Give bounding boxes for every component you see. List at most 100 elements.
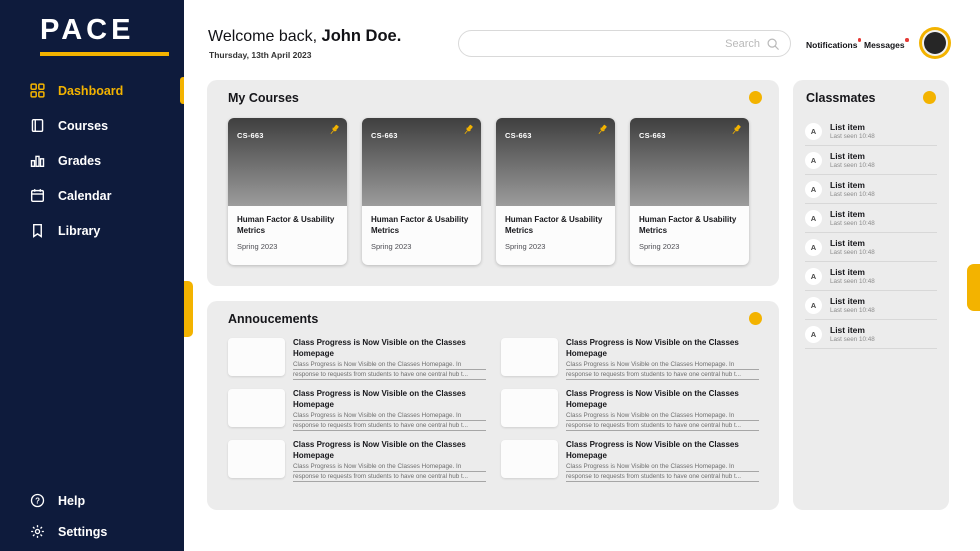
help-icon: ? bbox=[30, 493, 45, 508]
announcement-title: Class Progress is Now Visible on the Cla… bbox=[293, 440, 466, 460]
list-item[interactable]: A List item Last seen 10:48 bbox=[805, 146, 937, 175]
course-card-header: CS-663 bbox=[362, 118, 481, 206]
list-item[interactable]: A List item Last seen 10:48 bbox=[805, 262, 937, 291]
notifications-label: Notifications bbox=[806, 40, 858, 50]
sidebar-item-label: Calendar bbox=[58, 188, 112, 203]
course-card-header: CS-663 bbox=[496, 118, 615, 206]
sidebar-item-grades[interactable]: Grades bbox=[0, 143, 184, 178]
panel-accent-dot bbox=[923, 91, 936, 104]
classmate-status: Last seen 10:48 bbox=[830, 307, 875, 314]
list-item[interactable]: A List item Last seen 10:48 bbox=[805, 320, 937, 349]
course-title: Human Factor & Usability Metrics bbox=[505, 215, 603, 235]
announcements-panel: Annoucements Class Progress is Now Visib… bbox=[207, 301, 779, 510]
course-card-body: Human Factor & Usability Metrics Spring … bbox=[496, 206, 615, 259]
logo[interactable]: PACE bbox=[40, 14, 134, 47]
announcement-item[interactable]: Class Progress is Now Visible on the Cla… bbox=[228, 389, 486, 431]
classmate-name: List item bbox=[830, 267, 865, 277]
announcement-item[interactable]: Class Progress is Now Visible on the Cla… bbox=[228, 338, 486, 380]
announcement-item[interactable]: Class Progress is Now Visible on the Cla… bbox=[501, 440, 759, 482]
avatar-ring bbox=[922, 30, 948, 56]
page-title: Welcome back, John Doe. bbox=[208, 27, 401, 46]
my-courses-panel: My Courses CS-663 Human Factor & Usabili… bbox=[207, 80, 779, 286]
course-title: Human Factor & Usability Metrics bbox=[371, 215, 469, 235]
classmate-name: List item bbox=[830, 151, 865, 161]
right-scroll-thumb[interactable] bbox=[967, 264, 980, 311]
pin-icon[interactable] bbox=[595, 123, 609, 137]
announcement-title: Class Progress is Now Visible on the Cla… bbox=[566, 338, 739, 358]
library-icon bbox=[30, 223, 45, 238]
sidebar-item-library[interactable]: Library bbox=[0, 213, 184, 248]
panel-accent-dot bbox=[749, 312, 762, 325]
course-code: CS-663 bbox=[371, 131, 398, 140]
course-card[interactable]: CS-663 Human Factor & Usability Metrics … bbox=[496, 118, 615, 265]
sidebar-item-label: Courses bbox=[58, 118, 109, 133]
announcement-item[interactable]: Class Progress is Now Visible on the Cla… bbox=[501, 338, 759, 380]
announcement-title: Class Progress is Now Visible on the Cla… bbox=[566, 389, 739, 409]
notification-badge bbox=[857, 38, 862, 42]
classmate-name: List item bbox=[830, 180, 865, 190]
course-card[interactable]: CS-663 Human Factor & Usability Metrics … bbox=[362, 118, 481, 265]
sidebar-item-help[interactable]: ? Help bbox=[0, 483, 184, 518]
pin-icon[interactable] bbox=[729, 123, 743, 137]
list-item[interactable]: A List item Last seen 10:48 bbox=[805, 175, 937, 204]
search-icon[interactable] bbox=[766, 37, 780, 51]
list-item[interactable]: A List item Last seen 10:48 bbox=[805, 291, 937, 320]
settings-icon bbox=[30, 524, 45, 539]
list-item[interactable]: A List item Last seen 10:48 bbox=[805, 117, 937, 146]
sidebar-item-label: Grades bbox=[58, 153, 102, 168]
course-card[interactable]: CS-663 Human Factor & Usability Metrics … bbox=[228, 118, 347, 265]
classmate-avatar: A bbox=[805, 151, 822, 169]
course-card-body: Human Factor & Usability Metrics Spring … bbox=[630, 206, 749, 259]
classmate-status: Last seen 10:48 bbox=[830, 249, 875, 256]
sidebar-item-courses[interactable]: Courses bbox=[0, 108, 184, 143]
pin-icon[interactable] bbox=[461, 123, 475, 137]
announcement-body: Class Progress is Now Visible on the Cla… bbox=[293, 360, 486, 380]
avatar-image bbox=[924, 32, 946, 54]
course-title: Human Factor & Usability Metrics bbox=[639, 215, 737, 235]
announcement-title: Class Progress is Now Visible on the Cla… bbox=[293, 389, 466, 409]
announcement-list: Class Progress is Now Visible on the Cla… bbox=[228, 338, 759, 482]
list-item[interactable]: A List item Last seen 10:48 bbox=[805, 204, 937, 233]
classmates-panel: Classmates A List item Last seen 10:48 A… bbox=[793, 80, 949, 510]
sidebar-item-label: Dashboard bbox=[58, 83, 124, 98]
grades-icon bbox=[30, 153, 45, 168]
notifications-link[interactable]: Notifications bbox=[806, 38, 862, 50]
announcement-item[interactable]: Class Progress is Now Visible on the Cla… bbox=[228, 440, 486, 482]
announcement-text: Class Progress is Now Visible on the Cla… bbox=[566, 440, 759, 482]
sidebar-item-settings[interactable]: Settings bbox=[0, 514, 184, 549]
left-scroll-indicator[interactable] bbox=[184, 281, 193, 337]
classmate-avatar: A bbox=[805, 325, 822, 343]
calendar-icon bbox=[30, 188, 45, 203]
svg-text:?: ? bbox=[35, 496, 40, 505]
announcement-thumbnail bbox=[228, 338, 285, 376]
announcement-text: Class Progress is Now Visible on the Cla… bbox=[566, 389, 759, 431]
sidebar-item-dashboard[interactable]: Dashboard bbox=[0, 73, 184, 108]
classmate-avatar: A bbox=[805, 209, 822, 227]
course-card-body: Human Factor & Usability Metrics Spring … bbox=[362, 206, 481, 259]
announcement-item[interactable]: Class Progress is Now Visible on the Cla… bbox=[501, 389, 759, 431]
announcement-thumbnail bbox=[228, 440, 285, 478]
classmate-status: Last seen 10:48 bbox=[830, 220, 875, 227]
messages-link[interactable]: Messages bbox=[864, 38, 909, 50]
announcements-title: Annoucements bbox=[228, 312, 319, 326]
course-card-body: Human Factor & Usability Metrics Spring … bbox=[228, 206, 347, 259]
avatar[interactable] bbox=[919, 27, 951, 59]
list-item[interactable]: A List item Last seen 10:48 bbox=[805, 233, 937, 262]
classmate-name: List item bbox=[830, 209, 865, 219]
greeting-prefix: Welcome back, bbox=[208, 28, 318, 45]
sidebar-item-label: Library bbox=[58, 223, 101, 238]
active-indicator bbox=[179, 77, 184, 104]
classmate-status: Last seen 10:48 bbox=[830, 336, 875, 343]
announcement-text: Class Progress is Now Visible on the Cla… bbox=[293, 440, 486, 482]
announcement-body: Class Progress is Now Visible on the Cla… bbox=[566, 411, 759, 431]
search-input[interactable] bbox=[459, 37, 766, 50]
courses-icon bbox=[30, 118, 45, 133]
current-date: Thursday, 13th April 2023 bbox=[209, 50, 312, 60]
course-card[interactable]: CS-663 Human Factor & Usability Metrics … bbox=[630, 118, 749, 265]
sidebar-item-calendar[interactable]: Calendar bbox=[0, 178, 184, 213]
course-card-list: CS-663 Human Factor & Usability Metrics … bbox=[228, 118, 749, 265]
classmates-title: Classmates bbox=[806, 91, 876, 105]
classmates-list: A List item Last seen 10:48 A List item … bbox=[805, 117, 937, 349]
sidebar: PACE Dashboard Courses Grades Calendar L… bbox=[0, 0, 184, 551]
pin-icon[interactable] bbox=[327, 123, 341, 137]
